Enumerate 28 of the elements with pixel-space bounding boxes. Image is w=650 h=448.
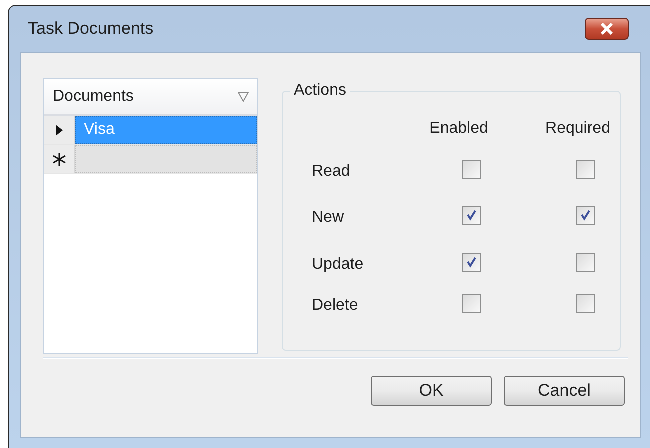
column-label: Required bbox=[546, 119, 610, 139]
checkbox[interactable] bbox=[462, 294, 480, 313]
checkbox[interactable] bbox=[576, 253, 594, 272]
dialog-button[interactable]: OK bbox=[371, 376, 492, 406]
check-icon bbox=[466, 257, 476, 268]
action-label: Read bbox=[312, 163, 350, 180]
check-icon bbox=[466, 210, 476, 221]
checkbox[interactable] bbox=[576, 206, 594, 225]
table-cell[interactable] bbox=[75, 145, 257, 173]
close-icon bbox=[600, 23, 614, 35]
checkbox[interactable] bbox=[462, 206, 480, 225]
checkbox[interactable] bbox=[462, 253, 480, 272]
action-label: Delete bbox=[312, 297, 358, 314]
row-pointer-icon bbox=[56, 124, 62, 136]
checkbox[interactable] bbox=[576, 294, 594, 313]
asterisk-icon bbox=[52, 152, 66, 166]
row-header[interactable] bbox=[44, 145, 75, 173]
checkbox[interactable] bbox=[576, 160, 594, 179]
dialog-button[interactable]: Cancel bbox=[504, 376, 625, 406]
row-header[interactable] bbox=[44, 116, 75, 144]
close-button[interactable] bbox=[585, 18, 629, 40]
action-label: Update bbox=[312, 256, 364, 273]
window-title: Task Documents bbox=[28, 18, 154, 40]
column-label: Enabled bbox=[430, 119, 488, 139]
filter-icon bbox=[238, 92, 249, 102]
action-label: New bbox=[312, 209, 344, 226]
checkbox[interactable] bbox=[462, 160, 480, 179]
check-icon bbox=[580, 210, 590, 221]
